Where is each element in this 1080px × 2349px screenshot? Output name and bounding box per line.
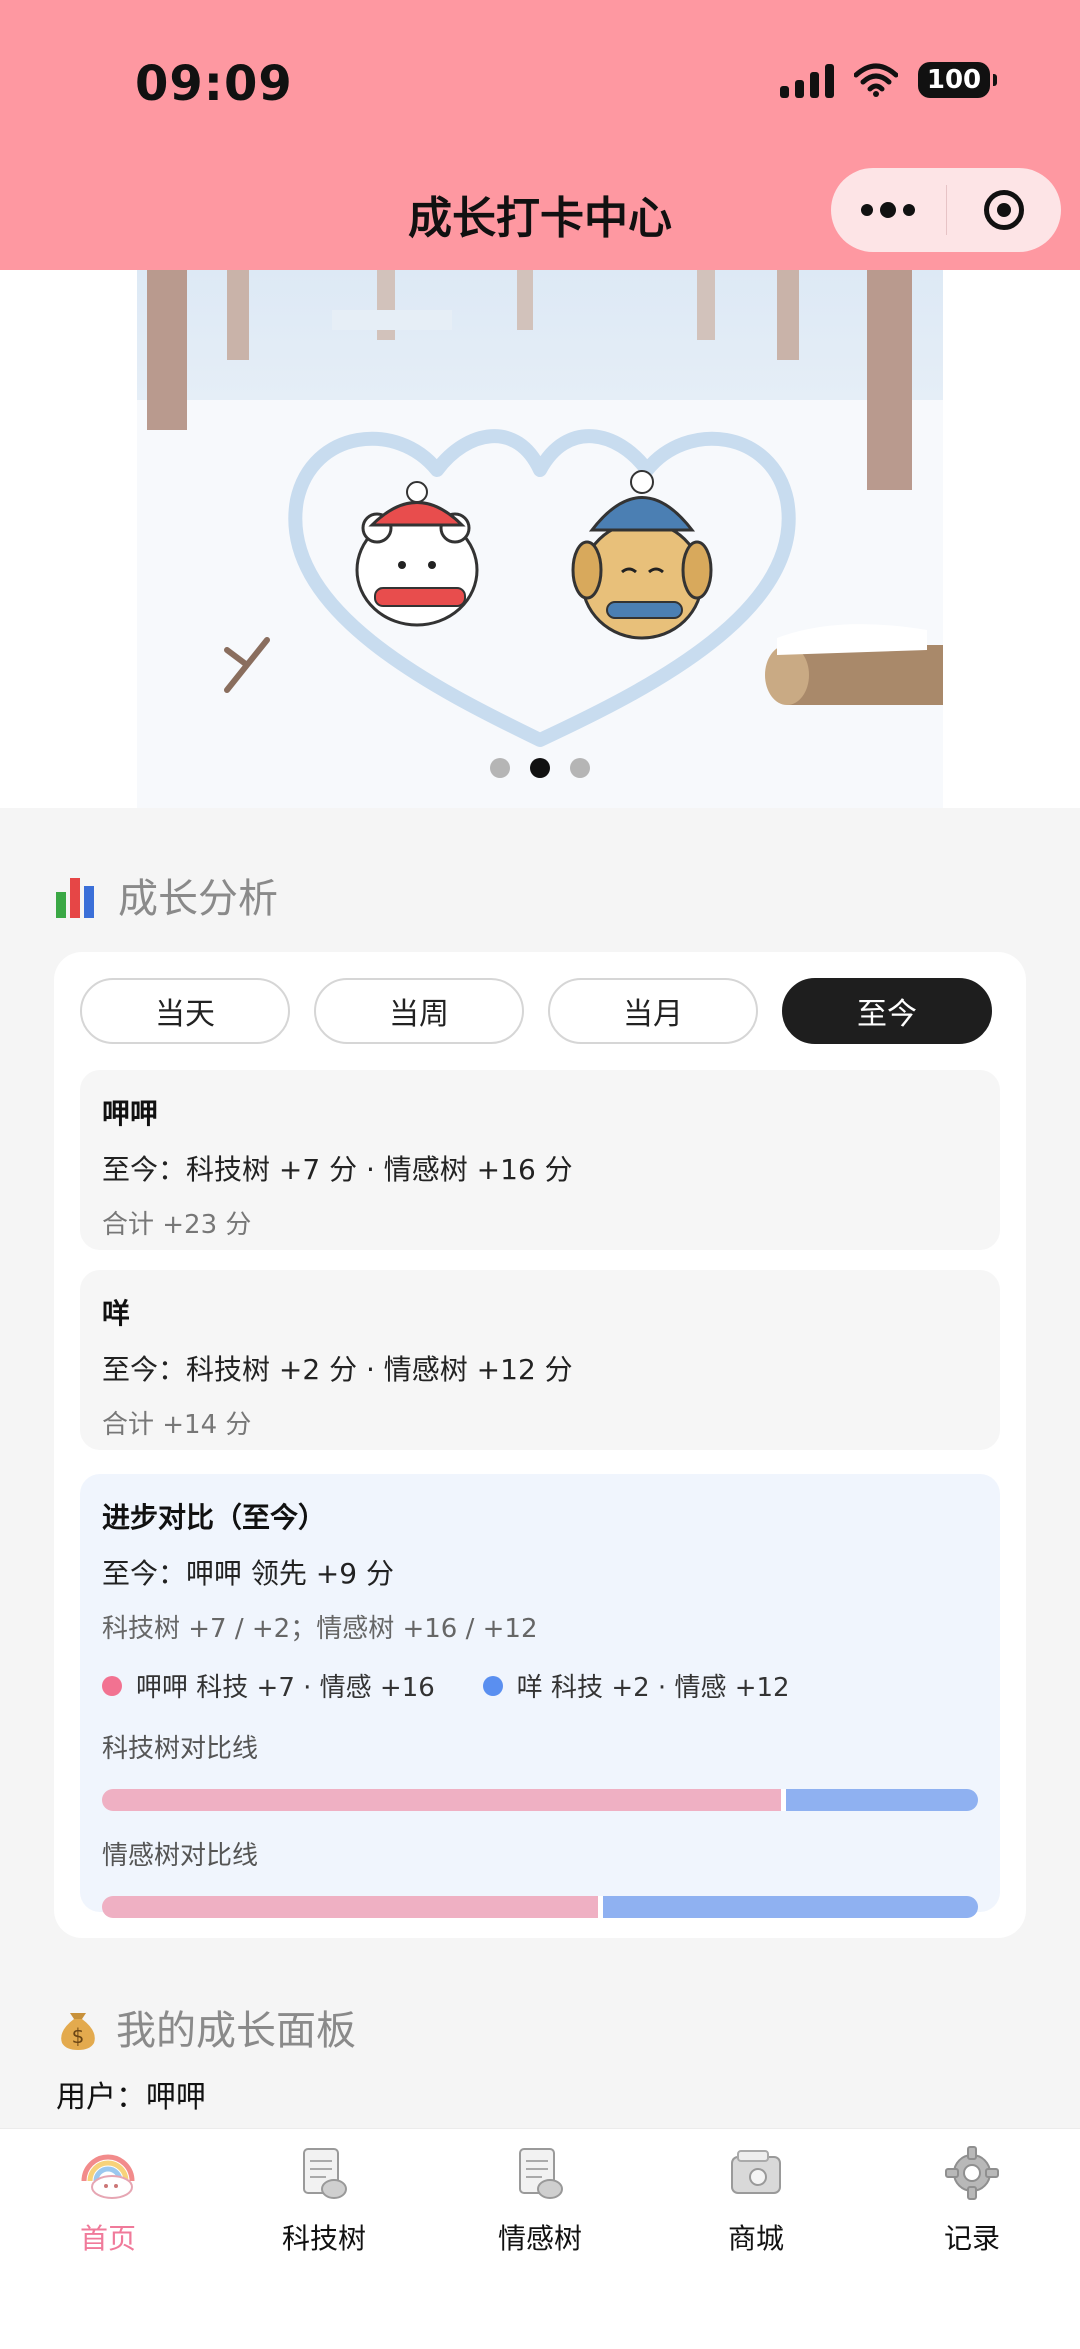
gear-icon (945, 2146, 999, 2200)
user-summary-card: 咩 至今：科技树 +2 分 · 情感树 +12 分 合计 +14 分 (80, 1270, 1000, 1450)
target-icon (983, 190, 1024, 230)
wallet-icon (731, 2150, 781, 2194)
top-bar: 09:09 100 成长打卡中心 (0, 0, 1080, 270)
tab-to-date[interactable]: 至今 (782, 978, 992, 1044)
tab-label: 首页 (79, 2222, 136, 2255)
bar-segment-right (781, 1789, 978, 1811)
progress-comparison-card: 进步对比（至今） 至今：呷呷 领先 +9 分 科技树 +7 / +2；情感树 +… (80, 1474, 1000, 1918)
banner-carousel[interactable] (0, 270, 1080, 808)
page-dot-active[interactable] (530, 758, 550, 778)
bar-segment-right (598, 1896, 978, 1918)
user-summary-card: 呷呷 至今：科技树 +7 分 · 情感树 +16 分 合计 +23 分 (80, 1070, 1000, 1250)
user-detail: 至今：科技树 +7 分 · 情感树 +16 分 (102, 1153, 573, 1186)
tab-tech-tree[interactable]: 科技树 (216, 2141, 432, 2257)
tab-label: 商城 (727, 2222, 784, 2255)
notepad-icon (519, 2148, 563, 2199)
tab-home[interactable]: 首页 (0, 2141, 216, 2257)
tab-emotion-tree[interactable]: 情感树 (432, 2141, 648, 2257)
user-name: 咩 (102, 1297, 131, 1330)
tech-compare-label: 科技树对比线 (102, 1734, 259, 1764)
comparison-legend: 呷呷 科技 +7 · 情感 +16 咩 科技 +2 · 情感 +12 (102, 1667, 978, 1704)
comparison-summary: 至今：呷呷 领先 +9 分 (102, 1557, 394, 1590)
legend-label: 咩 科技 +2 · 情感 +12 (516, 1673, 790, 1703)
tab-label: 记录 (943, 2222, 1000, 2255)
bottom-tab-bar: 首页 科技树 情感树 商城 记录 (0, 2128, 1080, 2349)
bar-segment-left (102, 1896, 599, 1918)
period-tabs: 当天 当周 当月 至今 (80, 978, 992, 1044)
signal-icon (780, 62, 834, 98)
section-title: 成长分析 (118, 876, 278, 922)
svg-text:$: $ (72, 2024, 85, 2048)
rainbow-cloud-icon (81, 2154, 135, 2199)
carousel-indicator (0, 758, 1080, 778)
wifi-icon (854, 63, 898, 97)
mini-program-capsule (831, 168, 1061, 252)
notepad-icon (303, 2148, 347, 2199)
tab-label: 科技树 (281, 2222, 366, 2255)
user-name: 呷呷 (102, 1097, 159, 1130)
tech-compare-bar (102, 1789, 978, 1811)
more-button[interactable] (831, 168, 946, 252)
more-dots-icon (861, 202, 916, 218)
emotion-compare-bar (102, 1896, 978, 1918)
user-detail: 至今：科技树 +2 分 · 情感树 +12 分 (102, 1353, 573, 1386)
bar-segment-left (102, 1789, 782, 1811)
status-time: 09:09 (135, 56, 293, 112)
banner-illustration (137, 270, 943, 808)
page-dot[interactable] (490, 758, 510, 778)
close-capsule-button[interactable] (947, 168, 1062, 252)
user-total: 合计 +23 分 (102, 1210, 252, 1240)
user-total: 合计 +14 分 (102, 1410, 252, 1440)
tab-month[interactable]: 当月 (548, 978, 758, 1044)
legend-label: 呷呷 科技 +7 · 情感 +16 (136, 1673, 435, 1703)
tab-today[interactable]: 当天 (80, 978, 290, 1044)
battery-icon: 100 (918, 62, 997, 98)
money-bag-icon: $ (61, 2013, 95, 2050)
tab-store[interactable]: 商城 (648, 2141, 864, 2257)
comparison-title: 进步对比（至今） (102, 1501, 327, 1534)
legend-dot (482, 1675, 503, 1696)
current-user: 用户：呷呷 (56, 2080, 206, 2115)
emotion-compare-label: 情感树对比线 (102, 1841, 259, 1871)
tab-week[interactable]: 当周 (314, 978, 524, 1044)
legend-dot (102, 1675, 122, 1696)
growth-analysis-heading: 成长分析 (56, 866, 278, 924)
section-title: 我的成长面板 (116, 2008, 356, 2054)
comparison-detail: 科技树 +7 / +2；情感树 +16 / +12 (102, 1614, 538, 1644)
bar-chart-icon (56, 872, 102, 918)
tab-records[interactable]: 记录 (864, 2141, 1080, 2257)
growth-panel-heading: $ 我的成长面板 (56, 1998, 356, 2056)
tab-label: 情感树 (497, 2222, 582, 2255)
growth-analysis-card: 当天 当周 当月 至今 呷呷 至今：科技树 +7 分 · 情感树 +16 分 合… (54, 952, 1026, 1938)
system-icons: 100 (780, 62, 997, 98)
page-dot[interactable] (570, 758, 590, 778)
